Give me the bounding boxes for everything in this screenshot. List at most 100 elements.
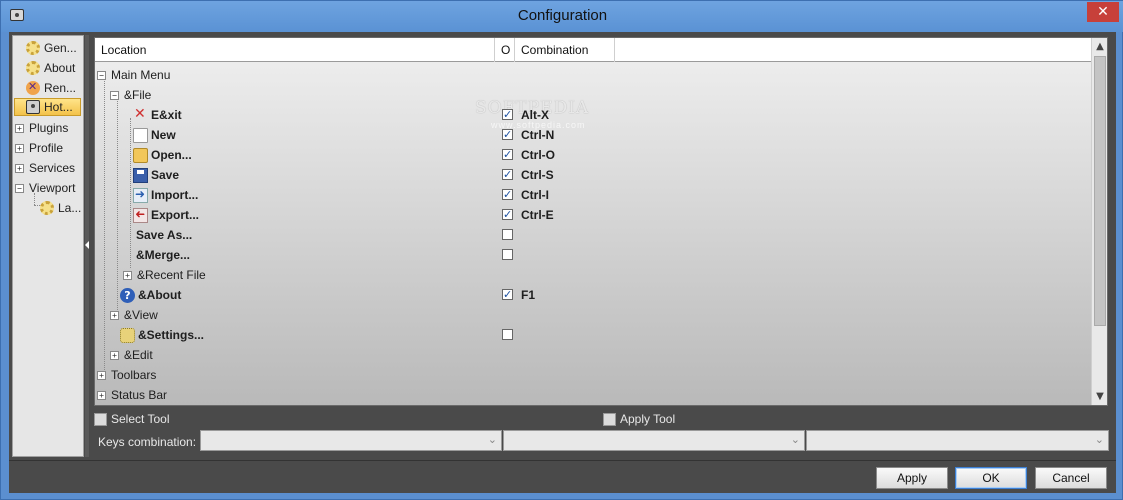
tree-row-save-as[interactable]: Save As...: [95, 225, 1092, 245]
scroll-down-icon[interactable]: ▼: [1092, 388, 1107, 405]
nav-item-layout[interactable]: La...: [40, 199, 81, 217]
tree-row-recent-file[interactable]: + &Recent File: [95, 265, 1092, 285]
checkbox-box[interactable]: [94, 412, 107, 426]
enabled-checkbox[interactable]: ✓: [502, 169, 513, 180]
vertical-scrollbar[interactable]: ▲ ▼: [1091, 38, 1107, 405]
cancel-button[interactable]: Cancel: [1035, 467, 1107, 489]
tree-row-status-bar[interactable]: + Status Bar: [95, 385, 1092, 405]
tree-row-exit[interactable]: E&xit ✓ Alt-X: [95, 105, 1092, 125]
row-label: Toolbars: [111, 368, 157, 382]
enabled-checkbox[interactable]: ✓: [502, 129, 513, 140]
nav-item-general[interactable]: Gen...: [26, 39, 77, 57]
nav-item-label: La...: [58, 201, 82, 215]
nav-item-viewport[interactable]: − Viewport: [15, 179, 75, 197]
key-combo-dropdown-3[interactable]: ⌄: [806, 430, 1109, 451]
column-header-o[interactable]: O: [495, 38, 515, 62]
collapse-icon[interactable]: −: [110, 90, 119, 100]
apply-button[interactable]: Apply: [876, 467, 948, 489]
expand-icon[interactable]: +: [15, 123, 24, 133]
row-label: &File: [124, 88, 152, 102]
key-combo-dropdown-1[interactable]: ⌄: [200, 430, 502, 451]
hotkeys-grid: Location O Combination SOFTPEDIA www.sof…: [94, 37, 1108, 406]
nav-item-label: Ren...: [44, 81, 77, 95]
tree-row-new[interactable]: New ✓ Ctrl-N: [95, 125, 1092, 145]
key-combo-dropdown-2[interactable]: ⌄: [503, 430, 805, 451]
nav-item-render[interactable]: Ren...: [26, 79, 76, 97]
enabled-checkbox[interactable]: ✓: [502, 149, 513, 160]
tree-row-view[interactable]: + &View: [95, 305, 1092, 325]
tree-row-toolbars[interactable]: + Toolbars: [95, 365, 1092, 385]
divider: [9, 460, 1116, 461]
expand-icon[interactable]: +: [110, 310, 119, 320]
new-file-icon: [133, 127, 148, 143]
close-button[interactable]: ✕: [1087, 2, 1119, 22]
row-label: &About: [138, 288, 182, 302]
tree-row-save[interactable]: Save ✓ Ctrl-S: [95, 165, 1092, 185]
row-label: &Settings...: [138, 328, 205, 342]
expand-icon[interactable]: +: [97, 390, 106, 400]
expand-icon[interactable]: +: [110, 350, 119, 360]
enabled-checkbox[interactable]: ✓: [502, 209, 513, 220]
key-combination: Ctrl-I: [521, 188, 549, 202]
export-icon: [133, 207, 148, 223]
scroll-up-icon[interactable]: ▲: [1092, 38, 1107, 55]
row-label: Save: [151, 168, 180, 182]
hotkey-icon: [26, 100, 40, 114]
exit-icon: [133, 106, 148, 123]
render-icon: [26, 80, 40, 95]
nav-item-label: About: [44, 61, 76, 75]
expand-icon[interactable]: +: [15, 143, 24, 153]
tree-row-merge[interactable]: &Merge...: [95, 245, 1092, 265]
enabled-checkbox[interactable]: ✓: [502, 109, 513, 120]
column-header-combination[interactable]: Combination: [515, 38, 615, 62]
row-label: Import...: [151, 188, 199, 202]
tree-row-import[interactable]: Import... ✓ Ctrl-I: [95, 185, 1092, 205]
expand-icon[interactable]: +: [123, 270, 132, 280]
tree-row-main-menu[interactable]: − Main Menu: [95, 65, 1092, 85]
window-title: Configuration: [517, 7, 608, 24]
nav-collapse-handle[interactable]: [85, 35, 89, 457]
gear-icon: [40, 201, 54, 215]
enabled-checkbox[interactable]: ✓: [502, 189, 513, 200]
enabled-checkbox[interactable]: [502, 229, 513, 240]
save-icon: [133, 167, 148, 183]
column-header-location[interactable]: Location: [95, 38, 495, 62]
nav-item-label: Profile: [29, 141, 64, 155]
chevron-down-icon: ⌄: [1094, 433, 1104, 446]
collapse-icon[interactable]: −: [15, 183, 24, 193]
grid-header: Location O Combination: [95, 38, 1092, 62]
row-label: Save As...: [136, 228, 193, 242]
row-label: Export...: [151, 208, 200, 222]
tree-row-about[interactable]: &About ✓ F1: [95, 285, 1092, 305]
nav-item-about[interactable]: About: [26, 59, 75, 77]
tree-row-edit[interactable]: + &Edit: [95, 345, 1092, 365]
nav-item-plugins[interactable]: + Plugins: [15, 119, 68, 137]
about-icon: [120, 287, 135, 303]
configuration-window: Configuration ✕ Gen... About Ren... Hot.…: [0, 0, 1123, 500]
nav-item-label: Gen...: [44, 41, 77, 55]
apply-tool-checkbox[interactable]: Apply Tool: [603, 412, 675, 426]
title-bar[interactable]: Configuration ✕: [1, 1, 1123, 32]
enabled-checkbox[interactable]: ✓: [502, 289, 513, 300]
nav-item-label: Hot...: [44, 100, 73, 114]
scroll-thumb[interactable]: [1094, 56, 1106, 326]
nav-item-services[interactable]: + Services: [15, 159, 75, 177]
tree-row-open[interactable]: Open... ✓ Ctrl-O: [95, 145, 1092, 165]
checkbox-box[interactable]: [603, 412, 616, 426]
select-tool-checkbox[interactable]: Select Tool: [94, 412, 169, 426]
nav-item-label: Viewport: [29, 181, 76, 195]
nav-item-hotkeys[interactable]: Hot...: [14, 98, 81, 116]
tree-row-file[interactable]: − &File: [95, 85, 1092, 105]
ok-button[interactable]: OK: [955, 467, 1027, 489]
row-label: &Recent File: [137, 268, 206, 282]
collapse-icon[interactable]: −: [97, 70, 106, 80]
tree-row-settings[interactable]: &Settings...: [95, 325, 1092, 345]
tree-row-export[interactable]: Export... ✓ Ctrl-E: [95, 205, 1092, 225]
enabled-checkbox[interactable]: [502, 249, 513, 260]
expand-icon[interactable]: +: [97, 370, 106, 380]
nav-item-label: Plugins: [29, 121, 69, 135]
enabled-checkbox[interactable]: [502, 329, 513, 340]
nav-item-profile[interactable]: + Profile: [15, 139, 63, 157]
select-tool-label: Select Tool: [111, 412, 170, 426]
expand-icon[interactable]: +: [15, 163, 24, 173]
